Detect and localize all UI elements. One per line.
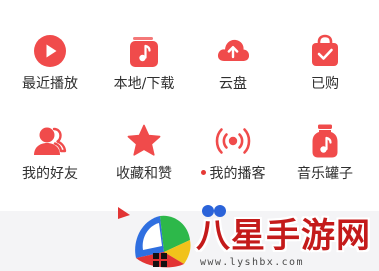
menu-item-local-download[interactable]: 本地/下载 xyxy=(97,30,191,120)
menu-item-label: 云盘 xyxy=(219,76,247,92)
menu-item-my-friends[interactable]: 我的好友 xyxy=(3,120,97,210)
menu-item-label: 已购 xyxy=(311,76,339,92)
play-circle-icon xyxy=(32,33,68,69)
menu-item-recent-play[interactable]: 最近播放 xyxy=(3,30,97,120)
watermark-brand: 八星手游网 xyxy=(196,216,371,256)
menu-item-label: 音乐罐子 xyxy=(297,166,353,182)
menu-item-cloud-drive[interactable]: 云盘 xyxy=(186,30,280,120)
star-icon xyxy=(126,123,162,159)
menu-item-label-wrap: 我的播客 xyxy=(186,163,280,183)
blue-avatar-icon xyxy=(201,202,227,217)
menu-item-music-jar[interactable]: 音乐罐子 xyxy=(278,120,372,210)
menu-item-label: 我的播客 xyxy=(209,166,266,182)
new-content-dot xyxy=(200,169,206,175)
menu-item-label: 收藏和赞 xyxy=(116,166,172,182)
screen: 最近播放 本地/下载 云盘 已购 我的好友 收藏和赞 我的播客 音乐罐子 八星手… xyxy=(0,0,379,271)
quick-menu-card: 最近播放 本地/下载 云盘 已购 我的好友 收藏和赞 我的播客 音乐罐子 xyxy=(0,0,379,211)
menu-item-label: 本地/下载 xyxy=(113,76,175,92)
watermark-url: www.lyshbx.com xyxy=(200,257,304,268)
broadcast-icon xyxy=(215,123,251,159)
cloud-upload-icon xyxy=(215,33,251,69)
music-file-icon xyxy=(126,33,162,69)
menu-item-my-podcast[interactable]: 我的播客 xyxy=(186,120,280,210)
menu-item-label: 最近播放 xyxy=(22,76,78,92)
friends-icon xyxy=(32,123,68,159)
menu-item-purchased[interactable]: 已购 xyxy=(278,30,372,120)
menu-item-favorites-likes[interactable]: 收藏和赞 xyxy=(97,120,191,210)
shopping-bag-check-icon xyxy=(307,33,343,69)
menu-item-label: 我的好友 xyxy=(22,166,78,182)
windows-grid-icon xyxy=(153,252,167,267)
music-jar-icon xyxy=(307,123,343,159)
